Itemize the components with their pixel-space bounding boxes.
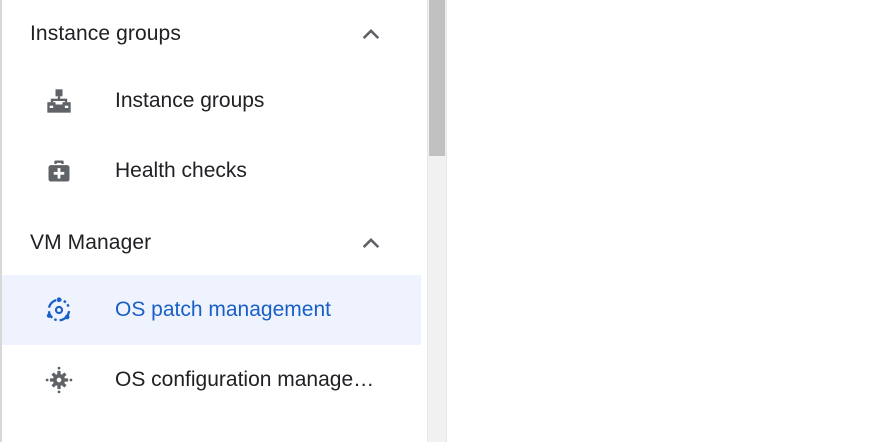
section-title: VM Manager: [30, 231, 152, 254]
section-header-instance-groups[interactable]: Instance groups: [2, 6, 421, 62]
chevron-up-icon[interactable]: [360, 23, 382, 45]
sidebar-item-instance-groups[interactable]: Instance groups: [2, 66, 421, 136]
sidebar-item-health-checks[interactable]: Health checks: [2, 136, 421, 206]
os-configuration-management-icon: [44, 365, 74, 395]
scrollbar-thumb[interactable]: [429, 0, 445, 156]
section-title: Instance groups: [30, 22, 181, 45]
main-content-area: [447, 0, 880, 442]
instance-groups-icon: [44, 86, 74, 116]
health-checks-icon: [44, 156, 74, 186]
sidebar-item-os-configuration-management[interactable]: OS configuration management: [2, 345, 421, 415]
app-window: Instance groups Instance groups Health c…: [0, 0, 880, 442]
os-patch-management-icon: [44, 295, 74, 325]
sidebar-scrollbar[interactable]: [427, 0, 447, 442]
sidebar-item-os-patch-management[interactable]: OS patch management: [2, 275, 421, 345]
sidebar-item-label: Instance groups: [115, 89, 265, 112]
sidebar-item-label: OS configuration management: [115, 368, 391, 391]
sidebar-item-label: Health checks: [115, 159, 247, 182]
section-header-vm-manager[interactable]: VM Manager: [2, 215, 421, 271]
sidebar-nav: Instance groups Instance groups Health c…: [0, 0, 427, 442]
chevron-up-icon[interactable]: [360, 232, 382, 254]
sidebar-item-label: OS patch management: [115, 298, 331, 321]
